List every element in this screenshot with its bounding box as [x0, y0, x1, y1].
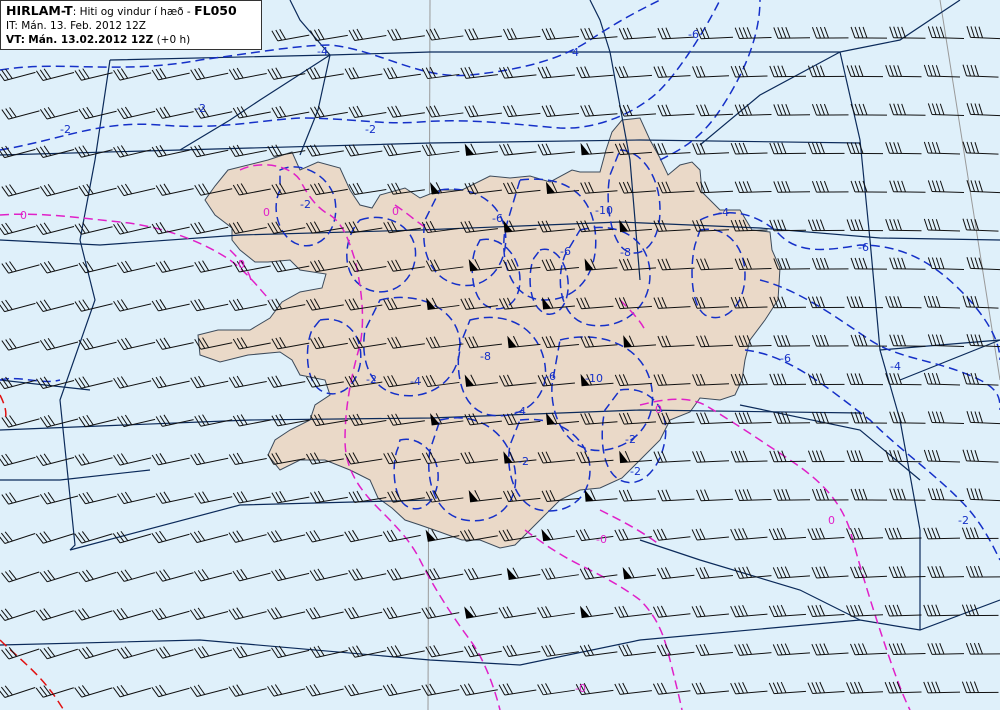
- blue-contour-label: -2: [625, 433, 636, 446]
- legend-title-line: HIRLAM-T: Hiti og vindur í hæð - FL050: [6, 4, 256, 19]
- map-description: : Hiti og vindur í hæð -: [72, 6, 195, 18]
- blue-contour-label: -2: [300, 198, 311, 211]
- blue-contour-label: -2: [60, 123, 71, 136]
- blue-contour-label: -4: [890, 360, 901, 373]
- weather-map: 4 -6 -2 -2 -4 -2 -4 -4 -6 -6 -4 -2 -8 -1…: [0, 0, 1000, 710]
- blue-contour-label: -2: [366, 373, 377, 386]
- magenta-contour-label: -0: [575, 682, 586, 695]
- blue-contour-label: -10: [595, 204, 613, 217]
- magenta-contour-label: 0: [655, 403, 662, 416]
- initial-time: IT: Mán. 13. Feb. 2012 12Z: [6, 20, 146, 32]
- blue-contour-label: -6: [492, 212, 503, 225]
- forecast-offset: (+0 h): [156, 34, 191, 46]
- magenta-contour-label: -0: [596, 533, 607, 546]
- blue-contour-label: -2: [365, 123, 376, 136]
- blue-contour-label: -2: [518, 455, 529, 468]
- magenta-contour-label: 0: [238, 258, 245, 271]
- map-legend: HIRLAM-T: Hiti og vindur í hæð - FL050 I…: [0, 0, 262, 50]
- valid-time-line: VT: Mán. 13.02.2012 12Z (+0 h): [6, 33, 256, 47]
- blue-contour-label: -6: [858, 241, 869, 254]
- blue-contour-label: -2: [958, 514, 969, 527]
- blue-contour-label: -6: [780, 352, 791, 365]
- blue-contour-label: -6: [688, 28, 699, 41]
- magenta-contour-label: 0: [263, 206, 270, 219]
- blue-contour-label: -10: [585, 372, 603, 385]
- model-name: HIRLAM-T: [6, 3, 73, 18]
- blue-contour-label: -6: [560, 245, 571, 258]
- magenta-contour-label: 0: [20, 209, 27, 222]
- magenta-contour-label: 0: [828, 514, 835, 527]
- blue-contour-label: -4: [718, 206, 729, 219]
- blue-contour-label: -6: [545, 370, 556, 383]
- blue-contour-label: -2: [195, 102, 206, 115]
- blue-contour-label: 4: [572, 46, 579, 59]
- valid-time-value: Mán. 13.02.2012 12Z: [28, 34, 154, 46]
- flight-level: FL050: [194, 3, 237, 18]
- blue-contour-label: -2: [630, 465, 641, 478]
- blue-contour-label: -4: [515, 405, 526, 418]
- blue-contour-label: -4: [317, 45, 328, 58]
- blue-contour-label: -8: [480, 350, 491, 363]
- blue-contour-label: -8: [620, 246, 631, 259]
- valid-time-label: VT:: [6, 34, 25, 46]
- magenta-contour-label: 0: [392, 205, 399, 218]
- blue-contour-label: -4: [410, 375, 421, 388]
